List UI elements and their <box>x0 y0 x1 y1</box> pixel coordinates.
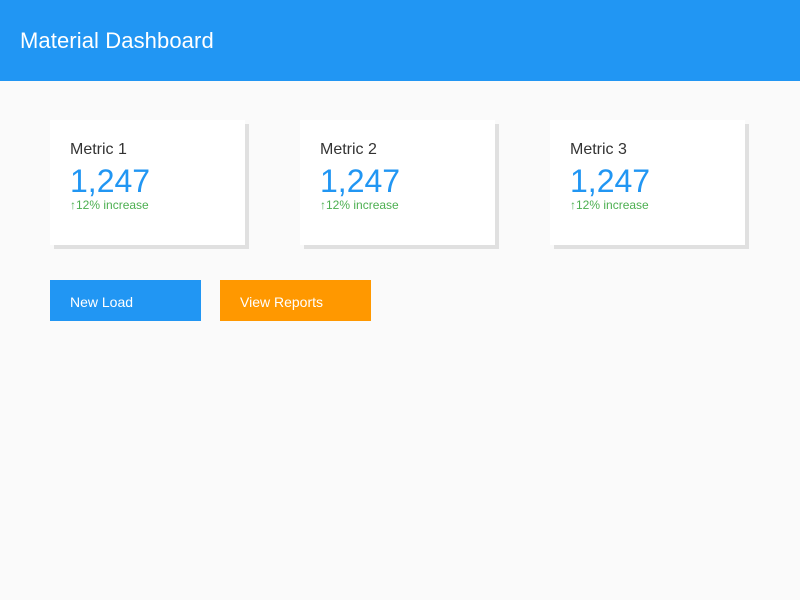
metric-trend: ↑12% increase <box>570 198 649 212</box>
metric-label: Metric 1 <box>70 141 127 158</box>
metric-trend: ↑12% increase <box>70 198 149 212</box>
app-bar: Material Dashboard <box>0 0 800 81</box>
metric-card-1: Metric 1 1,247 ↑12% increase <box>50 120 245 245</box>
metric-value: 1,247 <box>570 163 651 199</box>
metric-card-3: Metric 3 1,247 ↑12% increase <box>550 120 745 245</box>
new-load-button[interactable]: New Load <box>50 280 201 321</box>
metric-value: 1,247 <box>70 163 151 199</box>
metric-trend: ↑12% increase <box>320 198 399 212</box>
metric-label: Metric 2 <box>320 141 377 158</box>
metric-label: Metric 3 <box>570 141 627 158</box>
metric-value: 1,247 <box>320 163 401 199</box>
view-reports-button[interactable]: View Reports <box>220 280 371 321</box>
metric-card-2: Metric 2 1,247 ↑12% increase <box>300 120 495 245</box>
page-title: Material Dashboard <box>20 27 214 53</box>
